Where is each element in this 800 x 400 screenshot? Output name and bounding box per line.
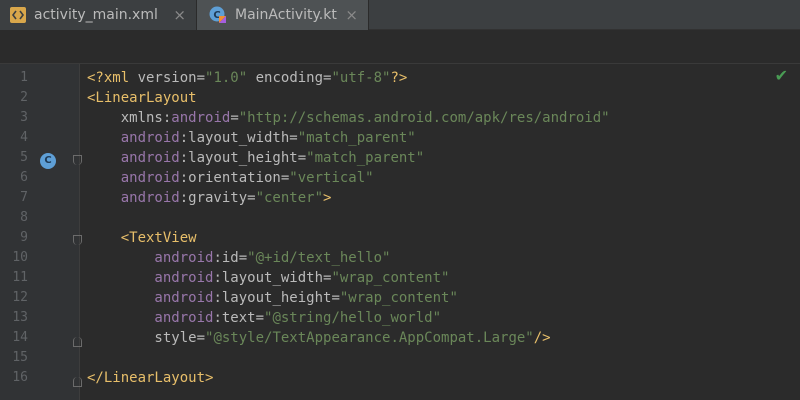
tab-label: MainActivity.kt [235, 7, 337, 23]
code-token: </LinearLayout> [87, 370, 213, 386]
line-number[interactable]: 3 [6, 108, 28, 128]
code-token: /> [534, 330, 551, 346]
code-token: encoding= [247, 70, 331, 86]
code-token: android [87, 190, 180, 206]
code-line[interactable]: android:text="@string/hello_world" [87, 308, 800, 328]
fold-close-icon[interactable] [73, 377, 82, 387]
code-line[interactable]: android:id="@+id/text_hello" [87, 248, 800, 268]
code-token: "@+id/text_hello" [247, 250, 390, 266]
code-line[interactable]: <LinearLayout [87, 88, 800, 108]
fold-close-icon[interactable] [73, 337, 82, 347]
code-token: "utf-8" [331, 70, 390, 86]
code-token: android [87, 130, 180, 146]
code-line[interactable]: android:gravity="center"> [87, 188, 800, 208]
code-line[interactable]: android:layout_width="wrap_content" [87, 268, 800, 288]
code-line[interactable]: xmlns:android="http://schemas.android.co… [87, 108, 800, 128]
code-token: version= [138, 70, 205, 86]
code-token: ?> [390, 70, 407, 86]
code-line[interactable] [87, 348, 800, 368]
code-line[interactable]: </LinearLayout> [87, 368, 800, 388]
code-token: "center" [256, 190, 323, 206]
class-marker-icon[interactable]: C [40, 153, 56, 169]
code-token: android [87, 270, 213, 286]
code-token: android [87, 290, 213, 306]
tab-label: activity_main.xml [34, 7, 158, 23]
code-token: "http://schemas.android.com/apk/res/andr… [239, 110, 610, 126]
code-token: :layout_width= [180, 130, 298, 146]
code-token: <LinearLayout [87, 90, 197, 106]
code-line[interactable]: style="@style/TextAppearance.AppCompat.L… [87, 328, 800, 348]
line-number[interactable]: 7 [6, 188, 28, 208]
tab-main-activity-kt[interactable]: C MainActivity.kt × [196, 0, 369, 30]
code-token: android [87, 150, 180, 166]
tab-activity-main-xml[interactable]: activity_main.xml × [0, 0, 196, 30]
code-token: style= [87, 330, 205, 346]
line-number[interactable]: 16 [6, 368, 28, 388]
code-token: :id= [213, 250, 247, 266]
code-token: :layout_height= [213, 290, 339, 306]
line-number[interactable]: 5 [6, 148, 28, 168]
fold-open-icon[interactable] [73, 155, 82, 165]
kotlin-class-icon: C [209, 6, 227, 24]
code-token: android [171, 110, 230, 126]
code-token: xmlns: [87, 110, 171, 126]
code-token: "@string/hello_world" [264, 310, 441, 326]
code-token: "match_parent" [306, 150, 424, 166]
line-number[interactable]: 11 [6, 268, 28, 288]
code-token: :text= [213, 310, 264, 326]
code-line[interactable]: <?xml version="1.0" encoding="utf-8"?> [87, 68, 800, 88]
code-token: "wrap_content" [331, 270, 449, 286]
code-token: android [87, 310, 213, 326]
fold-open-icon[interactable] [73, 235, 82, 245]
code-token: :layout_height= [180, 150, 306, 166]
code-line[interactable] [87, 208, 800, 228]
code-token: "1.0" [205, 70, 247, 86]
check-icon[interactable]: ✔ [775, 66, 788, 85]
line-number-gutter[interactable]: C 12345678910111213141516 [0, 64, 80, 400]
code-line[interactable]: android:orientation="vertical" [87, 168, 800, 188]
line-number[interactable]: 10 [6, 248, 28, 268]
line-number[interactable]: 15 [6, 348, 28, 368]
code-token: > [323, 190, 331, 206]
editor-scrollbar[interactable] [788, 64, 800, 400]
line-number[interactable]: 2 [6, 88, 28, 108]
close-icon[interactable]: × [173, 6, 186, 24]
code-token: android [87, 250, 213, 266]
code-line[interactable]: android:layout_height="wrap_content" [87, 288, 800, 308]
close-icon[interactable]: × [345, 6, 358, 24]
line-number[interactable]: 1 [6, 68, 28, 88]
code-token: "wrap_content" [340, 290, 458, 306]
line-number[interactable]: 13 [6, 308, 28, 328]
editor-tab-bar: activity_main.xml × C MainActivity.kt × [0, 0, 800, 30]
line-number[interactable]: 6 [6, 168, 28, 188]
code-line[interactable]: android:layout_width="match_parent" [87, 128, 800, 148]
code-token: <?xml [87, 70, 138, 86]
code-token: :orientation= [180, 170, 290, 186]
line-number[interactable]: 9 [6, 228, 28, 248]
line-number[interactable]: 8 [6, 208, 28, 228]
code-line[interactable]: <TextView [87, 228, 800, 248]
code-token: = [230, 110, 238, 126]
code-token: "@style/TextAppearance.AppCompat.Large" [205, 330, 534, 346]
line-number[interactable]: 14 [6, 328, 28, 348]
code-token: "match_parent" [298, 130, 416, 146]
editor-breadcrumb-bar [0, 30, 800, 64]
line-number[interactable]: 12 [6, 288, 28, 308]
code-token: :gravity= [180, 190, 256, 206]
code-line[interactable]: android:layout_height="match_parent" [87, 148, 800, 168]
code-token: "vertical" [289, 170, 373, 186]
code-token: android [87, 170, 180, 186]
code-editor[interactable]: <?xml version="1.0" encoding="utf-8"?> <L… [87, 68, 800, 388]
xml-file-icon [10, 7, 26, 23]
code-token: <TextView [87, 230, 197, 246]
line-number[interactable]: 4 [6, 128, 28, 148]
code-token: :layout_width= [213, 270, 331, 286]
